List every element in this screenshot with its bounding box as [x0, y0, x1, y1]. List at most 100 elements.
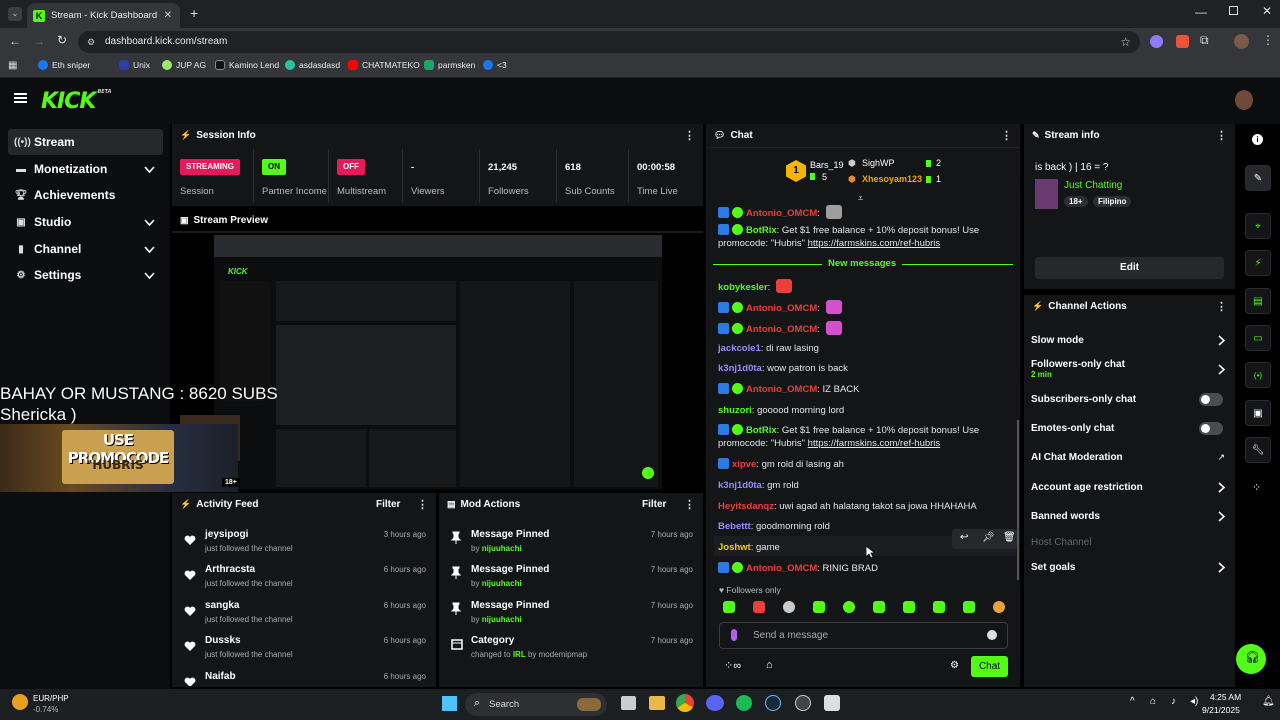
filter-button[interactable]: Filter [642, 499, 666, 510]
emote-icon[interactable] [963, 601, 975, 613]
back-icon[interactable]: ← [9, 34, 21, 48]
action-banned-words[interactable]: Banned words [1031, 511, 1231, 522]
steam-icon[interactable] [765, 695, 781, 711]
leader-name[interactable]: SighWP [862, 158, 895, 168]
more-options-icon[interactable]: ⋮ [684, 498, 695, 511]
tray-network-icon[interactable]: ⌂ [1150, 696, 1156, 707]
emote-icon[interactable] [933, 601, 945, 613]
browser-menu-icon[interactable]: ⋮ [1262, 33, 1274, 47]
emote-icon[interactable] [843, 601, 855, 613]
category-thumbnail[interactable] [1035, 179, 1058, 209]
reply-icon[interactable]: ↩ [960, 532, 968, 543]
leader-name[interactable]: Xhesoyam123 [862, 174, 922, 184]
apps-grid-icon[interactable]: ▦ [8, 60, 17, 71]
tray-overflow-icon[interactable]: ^ [1130, 696, 1135, 707]
emotes-only-toggle[interactable] [1199, 422, 1223, 435]
chat-input[interactable]: Send a message [719, 622, 1008, 649]
follower-name[interactable]: Dussks [205, 635, 241, 646]
emoji-picker-icon[interactable] [987, 630, 997, 640]
close-window-icon[interactable]: ✕ [1262, 4, 1272, 18]
rail-layout-button[interactable]: ▣ [1245, 400, 1271, 426]
notification-bell-icon[interactable]: 🔔︎ [1262, 696, 1275, 707]
rail-chat-button[interactable]: ▭ [1245, 325, 1271, 351]
sidebar-item-achievements[interactable]: 🏆︎ Achievements [8, 182, 163, 208]
info-icon[interactable]: i [1252, 134, 1263, 145]
extensions-puzzle-icon[interactable]: ⧉ [1200, 33, 1209, 48]
new-tab-icon[interactable]: + [190, 5, 198, 21]
chat-username[interactable]: Joshwt [718, 542, 751, 553]
extension-1-icon[interactable] [1150, 35, 1163, 48]
category-name[interactable]: IRL [513, 650, 526, 659]
moderator-name[interactable]: nijuuhachi [482, 544, 522, 553]
action-slow-mode[interactable]: Slow mode [1031, 335, 1231, 346]
spotify-icon[interactable] [736, 695, 752, 711]
tray-mic-icon[interactable]: ♪ [1171, 696, 1176, 707]
rail-notes-button[interactable]: ▤ [1245, 288, 1271, 314]
action-set-goals[interactable]: Set goals [1031, 562, 1231, 573]
action-ai-moderation[interactable]: AI Chat Moderation ↗ [1031, 452, 1231, 463]
apps-icon[interactable]: ⁘ [1252, 481, 1261, 494]
weather-widget-icon[interactable] [12, 694, 28, 710]
chat-username[interactable]: Heyitsdanqz [718, 501, 774, 512]
chat-username[interactable]: Antonio_OMCM [746, 324, 817, 335]
bookmark-unix[interactable]: Unix [119, 60, 150, 70]
microphone-icon[interactable] [731, 629, 737, 641]
moderator-name[interactable]: nijuuhachi [482, 615, 522, 624]
discord-icon[interactable] [706, 695, 724, 711]
bookmark-parmsken[interactable]: parmsken [424, 60, 475, 70]
chat-username[interactable]: Antonio_OMCM [746, 384, 817, 395]
sidebar-item-settings[interactable]: ⚙ Settings [8, 262, 163, 288]
chat-settings-gear-icon[interactable]: ⚙ [950, 660, 959, 671]
emote-icon[interactable] [753, 601, 765, 613]
clock-time[interactable]: 4:25 AM [1210, 692, 1241, 702]
app-icon[interactable] [795, 695, 811, 711]
chat-username[interactable]: jackcole1 [718, 343, 761, 354]
action-followers-only[interactable]: Followers-only chat 2 min [1031, 359, 1231, 379]
chat-username[interactable]: Antonio_OMCM [746, 303, 817, 314]
task-view-icon[interactable] [621, 696, 636, 710]
follower-name[interactable]: Arthracsta [205, 564, 255, 575]
emote-icon[interactable] [783, 601, 795, 613]
profile-avatar-icon[interactable] [1234, 34, 1249, 49]
chat-username[interactable]: Bebettt [718, 521, 751, 532]
more-options-icon[interactable]: ⋮ [684, 129, 695, 142]
category-link[interactable]: Just Chatting [1064, 180, 1122, 191]
chat-username[interactable]: shuzori [718, 405, 752, 416]
emote-icon[interactable] [723, 601, 735, 613]
stream-video[interactable]: KICK [214, 235, 662, 489]
rail-lightning-button[interactable]: ⚡︎ [1245, 250, 1271, 276]
taskbar-search[interactable]: ⌕ Search [465, 693, 607, 716]
sidebar-item-monetization[interactable]: ▬ Monetization [8, 156, 163, 182]
follower-name[interactable]: jeysipogi [205, 529, 248, 540]
tab-close-icon[interactable]: ✕ [164, 10, 172, 21]
rail-broadcast-button[interactable]: (•) [1245, 362, 1271, 388]
chat-scrollbar[interactable] [1017, 420, 1019, 580]
store-icon[interactable]: ⌂ [766, 659, 773, 671]
user-avatar[interactable] [1235, 90, 1253, 110]
chat-username[interactable]: xipve [732, 459, 756, 470]
emote-icon[interactable] [873, 601, 885, 613]
rail-edit-button[interactable]: ✎ [1245, 165, 1271, 191]
chat-username[interactable]: kobykesler [718, 282, 768, 293]
chat-username[interactable]: k3nj1d0ta [718, 363, 762, 374]
kick-logo[interactable]: KICK BETA [41, 89, 112, 114]
emote-icon[interactable] [993, 601, 1005, 613]
points-icon[interactable]: ⁘∞ [724, 659, 741, 672]
follower-name[interactable]: Naifab [205, 671, 236, 682]
bookmark-jup-ag[interactable]: JUP AG [162, 60, 206, 70]
sidebar-item-studio[interactable]: ▣ Studio [8, 209, 163, 235]
chat-username[interactable]: Antonio_OMCM [746, 208, 817, 219]
chat-username[interactable]: Antonio_OMCM [746, 563, 817, 574]
chat-username[interactable]: BotRix [746, 425, 777, 436]
emote-icon[interactable] [813, 601, 825, 613]
chat-send-button[interactable]: Chat [971, 656, 1008, 677]
bookmark-star-icon[interactable]: ☆ [1120, 31, 1131, 53]
chat-link[interactable]: https://farmskins.com/ref-hubris [808, 238, 941, 249]
collapse-leaderboard-icon[interactable]: ⩡ [858, 193, 863, 204]
clock-date[interactable]: 9/21/2025 [1202, 705, 1240, 715]
bookmark-eth-sniper[interactable]: Eth sniper [38, 60, 90, 70]
pin-message-icon[interactable]: 📌︎ [982, 532, 995, 543]
bookmark-kamino-lend[interactable]: Kamino Lend [215, 60, 279, 70]
app-icon[interactable] [824, 695, 840, 711]
tray-speaker-icon[interactable]: ◂) [1190, 696, 1198, 707]
